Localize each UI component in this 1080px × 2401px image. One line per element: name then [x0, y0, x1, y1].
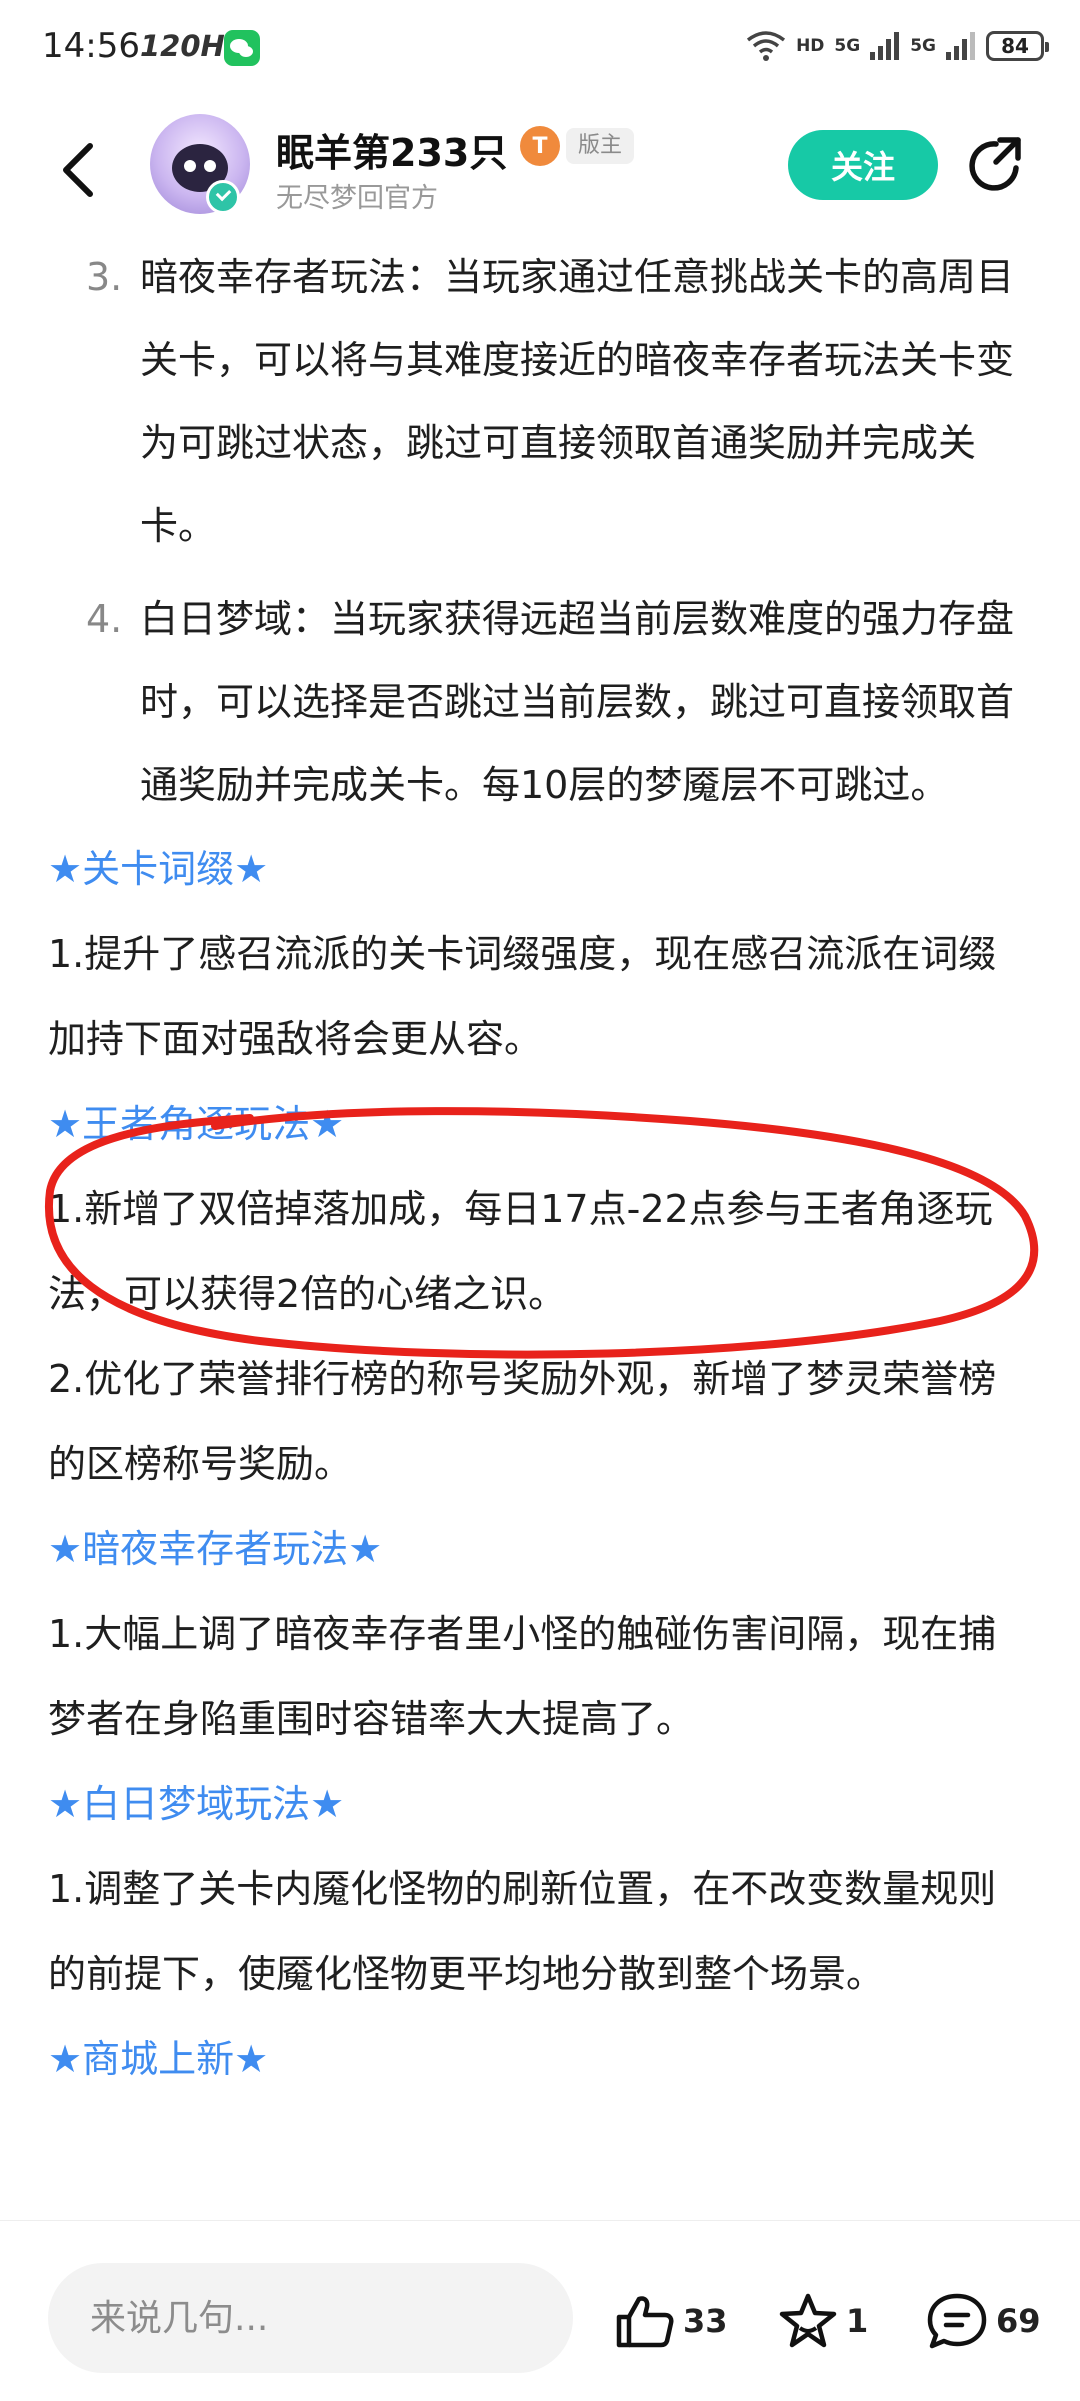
- like-count: 33: [683, 2302, 728, 2340]
- comment-bubble-icon: [927, 2293, 987, 2349]
- wifi-icon: [746, 30, 786, 62]
- star-icon: [779, 2293, 837, 2348]
- comment-input[interactable]: [48, 2263, 573, 2373]
- section-paragraph: 1.调整了关卡内魇化怪物的刷新位置，在不改变数量规则的前提下，使魇化怪物更平均地…: [48, 1867, 997, 1996]
- back-arrow-icon[interactable]: [58, 142, 98, 198]
- moderator-badge: 版主: [566, 128, 635, 164]
- share-icon[interactable]: [966, 134, 1028, 196]
- section-title-night-survivor: ★暗夜幸存者玩法★: [48, 1527, 383, 1571]
- list-item-number: 3.: [86, 255, 123, 299]
- post-content: 3. 暗夜幸存者玩法：当玩家通过任意挑战关卡的高周目关卡，可以将与其难度接近的暗…: [0, 236, 1080, 2102]
- section-paragraph: 1.新增了双倍掉落加成，每日17点-22点参与王者角逐玩法，可以获得2倍的心绪之…: [48, 1187, 993, 1316]
- section-title-affix: ★关卡词缀★: [48, 847, 269, 891]
- follow-button[interactable]: 关注: [788, 130, 938, 200]
- comment-button[interactable]: 69: [926, 2291, 1041, 2351]
- section-title-king-contest: ★王者角逐玩法★: [48, 1102, 345, 1146]
- section-paragraph: 2.优化了荣誉排行榜的称号奖励外观，新增了梦灵荣誉榜的区榜称号奖励。: [48, 1357, 997, 1486]
- author-name[interactable]: 眠羊第233只: [276, 122, 507, 177]
- author-subtitle: 无尽梦回官方: [276, 183, 438, 214]
- network-5g-label-2: 5G: [910, 36, 936, 56]
- status-right-group: HD 5G 5G 84: [746, 24, 1049, 68]
- battery-indicator: 84: [986, 31, 1049, 61]
- level-badge: T: [520, 126, 560, 166]
- list-item: 3. 暗夜幸存者玩法：当玩家通过任意挑战关卡的高周目关卡，可以将与其难度接近的暗…: [0, 236, 1080, 568]
- section-title-shop: ★商城上新★: [48, 2037, 269, 2081]
- wechat-notification-icon: [224, 30, 260, 66]
- like-button[interactable]: 33: [615, 2291, 728, 2351]
- signal-icon-1: [870, 32, 900, 60]
- favorite-count: 1: [846, 2302, 869, 2340]
- comment-count: 69: [996, 2302, 1041, 2340]
- bottom-action-bar: 33 1 69: [0, 2220, 1080, 2401]
- list-item-text: 白日梦域：当玩家获得远超当前层数难度的强力存盘时，可以选择是否跳过当前层数，跳过…: [140, 597, 1015, 807]
- section-paragraph: 1.大幅上调了暗夜幸存者里小怪的触碰伤害间隔，现在捕梦者在身陷重围时容错率大大提…: [48, 1612, 997, 1741]
- network-5g-label-1: 5G: [834, 36, 861, 56]
- verified-badge-icon: [206, 180, 240, 214]
- hd-icon: HD: [796, 36, 825, 56]
- section-title-daydream: ★白日梦域玩法★: [48, 1782, 345, 1826]
- section-paragraph: 1.提升了感召流派的关卡词缀强度，现在感召流派在词缀加持下面对强敌将会更从容。: [48, 932, 997, 1061]
- signal-icon-2: [946, 32, 976, 60]
- list-item-number: 4.: [86, 597, 123, 641]
- list-item-text: 暗夜幸存者玩法：当玩家通过任意挑战关卡的高周目关卡，可以将与其难度接近的暗夜幸存…: [140, 255, 1015, 548]
- list-item: 4. 白日梦域：当玩家获得远超当前层数难度的强力存盘时，可以选择是否跳过当前层数…: [0, 578, 1080, 827]
- thumbs-up-icon: [616, 2296, 674, 2348]
- post-header: 眠羊第233只 T 版主 无尽梦回官方 关注: [0, 100, 1080, 240]
- status-time: 14:56: [42, 26, 140, 66]
- status-bar: 14:56 120Hz HD 5G 5G 84: [0, 0, 1080, 100]
- favorite-button[interactable]: 1: [778, 2291, 868, 2351]
